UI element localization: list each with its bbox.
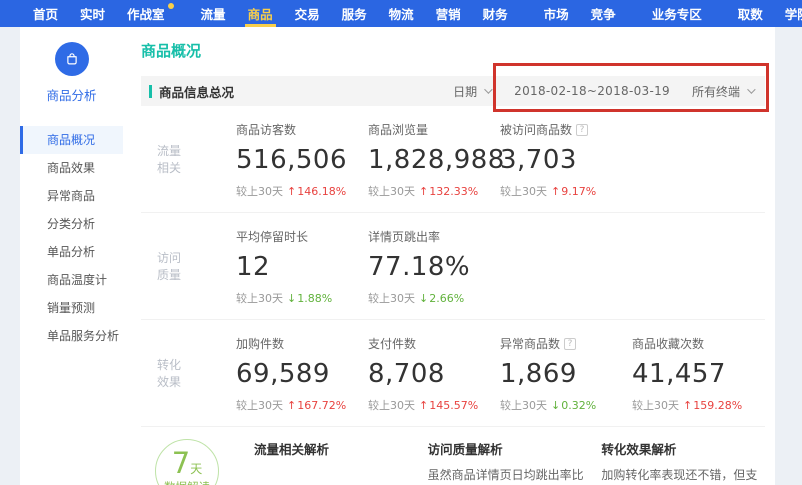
up-arrow-icon: ↑ — [419, 399, 428, 412]
notification-dot-icon — [168, 3, 174, 9]
nav-item-competition[interactable]: 竞争 — [580, 0, 627, 27]
section-header-bar: 商品信息总况 日期 2018-02-18~2018-03-19 所有终端 — [141, 76, 765, 106]
nav-item-academy[interactable]: 学院 — [774, 0, 802, 27]
page-title: 商品概况 — [141, 27, 775, 61]
metric-card-add-cart: 加购件数 69,589 较上30天↑167.72% — [236, 335, 368, 413]
metric-value: 3,703 — [500, 145, 632, 175]
main-content: 商品概况 商品信息总况 日期 2018-02-18~2018-03-19 所有终… — [123, 27, 775, 485]
insight-conversion: 转化效果解析 加购转化率表现还不错，但支付转化率低于同行平均，赶快到异常商品并结… — [601, 439, 760, 485]
section-accent — [149, 85, 152, 98]
metric-value: 516,506 — [236, 145, 368, 175]
metric-value: 1,869 — [500, 359, 632, 389]
up-arrow-icon: ↑ — [287, 185, 296, 198]
nav-item-marketing[interactable]: 营销 — [425, 0, 472, 27]
metric-card-pageviews: 商品浏览量 1,828,988 较上30天↑132.33% — [368, 121, 500, 199]
sidebar: 商品分析 商品概况 商品效果 异常商品 分类分析 单品分析 商品温度计 销量预测… — [20, 27, 123, 485]
up-arrow-icon: ↑ — [287, 399, 296, 412]
shopping-bag-icon — [55, 42, 89, 76]
metric-row-conversion: 转化效果 加购件数 69,589 较上30天↑167.72% 支付件数 8,70… — [141, 320, 765, 427]
metric-value: 1,828,988 — [368, 145, 500, 175]
date-range-picker[interactable]: 2018-02-18~2018-03-19 — [514, 84, 670, 98]
date-type-dropdown[interactable]: 日期 — [453, 83, 490, 100]
group-label: 访问质量 — [157, 250, 187, 284]
down-arrow-icon: ↓ — [287, 292, 296, 305]
metric-card-avg-stay: 平均停留时长 12 较上30天↓1.88% — [236, 228, 368, 306]
sidebar-item-abnormal-products[interactable]: 异常商品 — [20, 182, 123, 210]
up-arrow-icon: ↑ — [683, 399, 692, 412]
metric-card-abnormal-count: 异常商品数? 1,869 较上30天↓0.32% — [500, 335, 632, 413]
chevron-down-icon — [747, 85, 755, 93]
sidebar-item-sales-forecast[interactable]: 销量预测 — [20, 294, 123, 322]
metric-value: 77.18% — [368, 252, 500, 282]
metric-card-visited-products: 被访问商品数? 3,703 较上30天↑9.17% — [500, 121, 632, 199]
help-icon[interactable]: ? — [576, 124, 588, 136]
help-icon[interactable]: ? — [564, 338, 576, 350]
sidebar-section-title: 商品分析 — [20, 85, 123, 104]
nav-item-trade[interactable]: 交易 — [284, 0, 331, 27]
nav-item-market[interactable]: 市场 — [533, 0, 580, 27]
nav-item-logistics[interactable]: 物流 — [378, 0, 425, 27]
sidebar-item-product-overview[interactable]: 商品概况 — [20, 126, 123, 154]
metric-row-visit-quality: 访问质量 平均停留时长 12 较上30天↓1.88% 详情页跳出率 77.18%… — [141, 213, 765, 320]
group-label: 转化效果 — [157, 357, 187, 391]
group-label: 流量相关 — [157, 143, 187, 177]
sidebar-item-product-effect[interactable]: 商品效果 — [20, 154, 123, 182]
insights-section: 7天 数据解读 流量相关解析 访问质量解析 虽然商品详情页日均跳出率比同行平均好… — [141, 427, 775, 485]
chevron-down-icon — [484, 85, 492, 93]
nav-item-data-extract[interactable]: 取数 — [727, 0, 774, 27]
down-arrow-icon: ↓ — [419, 292, 428, 305]
sidebar-item-single-product-analysis[interactable]: 单品分析 — [20, 238, 123, 266]
sidebar-item-single-product-service[interactable]: 单品服务分析 — [20, 322, 123, 350]
up-arrow-icon: ↑ — [551, 185, 560, 198]
insight-traffic: 流量相关解析 — [254, 439, 413, 485]
metric-value: 41,457 — [632, 359, 764, 389]
terminal-dropdown[interactable]: 所有终端 — [692, 83, 753, 100]
metric-card-favorites: 商品收藏次数 41,457 较上30天↑159.28% — [632, 335, 764, 413]
nav-item-war-room[interactable]: 作战室 — [116, 0, 176, 27]
section-title: 商品信息总况 — [159, 82, 234, 101]
metric-value: 12 — [236, 252, 368, 282]
nav-item-service[interactable]: 服务 — [331, 0, 378, 27]
metric-card-paid-items: 支付件数 8,708 较上30天↑145.57% — [368, 335, 500, 413]
nav-item-traffic[interactable]: 流量 — [190, 0, 237, 27]
metric-card-bounce-rate: 详情页跳出率 77.18% 较上30天↓2.66% — [368, 228, 500, 306]
sidebar-item-category-analysis[interactable]: 分类分析 — [20, 210, 123, 238]
seven-day-badge: 7天 数据解读 — [155, 439, 219, 485]
metric-value: 8,708 — [368, 359, 500, 389]
top-navigation: 首页 实时 作战室 流量 商品 交易 服务 物流 营销 财务 市场 竞争 业务专… — [0, 0, 802, 27]
sidebar-header: 商品分析 — [20, 27, 123, 104]
metric-card-visitors: 商品访客数 516,506 较上30天↑146.18% — [236, 121, 368, 199]
nav-item-realtime[interactable]: 实时 — [69, 0, 116, 27]
nav-item-finance[interactable]: 财务 — [472, 0, 519, 27]
metric-value: 69,589 — [236, 359, 368, 389]
nav-item-product[interactable]: 商品 — [237, 0, 284, 27]
sidebar-item-product-thermometer[interactable]: 商品温度计 — [20, 266, 123, 294]
nav-item-business-zone[interactable]: 业务专区 — [641, 0, 713, 27]
up-arrow-icon: ↑ — [419, 185, 428, 198]
metric-row-traffic: 流量相关 商品访客数 516,506 较上30天↑146.18% 商品浏览量 1… — [141, 106, 765, 213]
insight-visit-quality: 访问质量解析 虽然商品详情页日均跳出率比同行平均好，但平均停留时间低于同行平均，… — [428, 439, 587, 485]
down-arrow-icon: ↓ — [551, 399, 560, 412]
nav-item-home[interactable]: 首页 — [22, 0, 69, 27]
sidebar-menu: 商品概况 商品效果 异常商品 分类分析 单品分析 商品温度计 销量预测 单品服务… — [20, 126, 123, 350]
